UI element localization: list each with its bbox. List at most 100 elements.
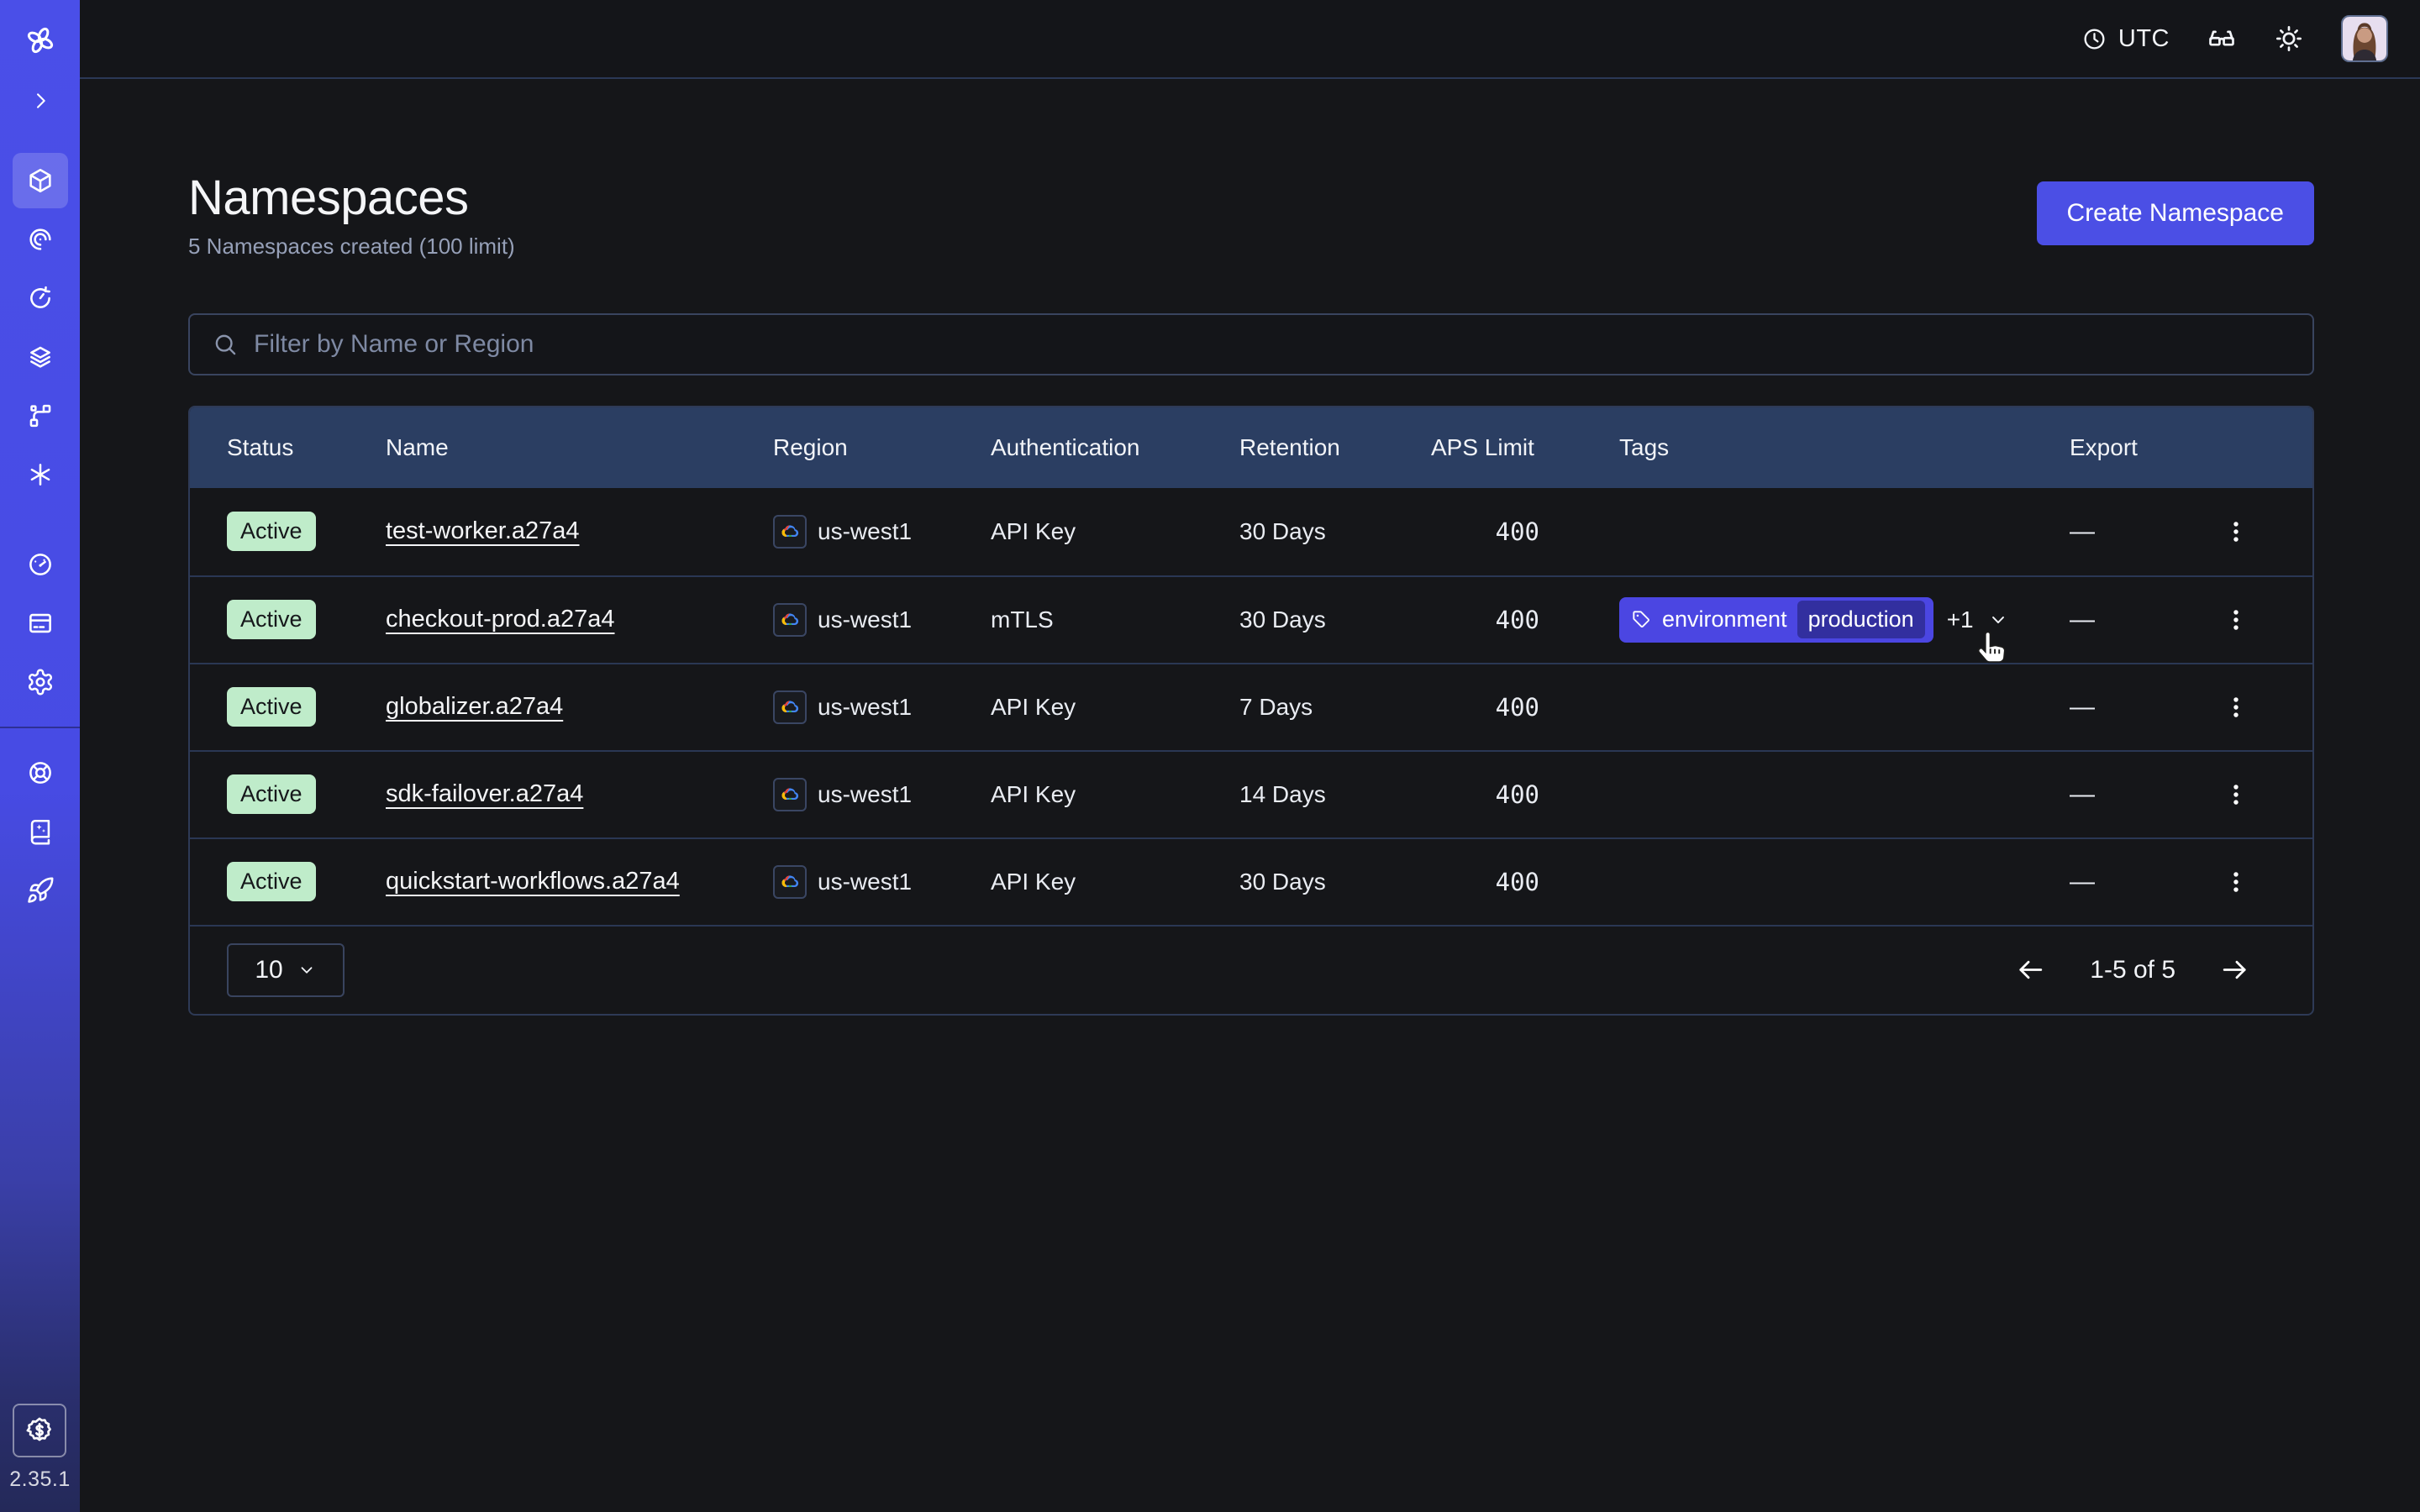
status-badge: Active (227, 774, 316, 814)
arrow-right-icon (2219, 954, 2250, 985)
export-value: — (2070, 693, 2198, 722)
sidebar-item-branch[interactable] (11, 386, 70, 445)
sidebar-item-gear[interactable] (11, 653, 70, 711)
chevron-right-icon (29, 89, 52, 113)
sidebar-item-namespaces[interactable] (11, 151, 70, 210)
sidebar-item-card[interactable] (11, 594, 70, 653)
sidebar-item-asterisk[interactable] (11, 445, 70, 504)
region-cell: us-west1 (773, 778, 991, 811)
table-body: Active test-worker.a27a4 us-west1 API Ke… (190, 488, 2312, 925)
sidebar-expand-button[interactable] (11, 79, 70, 123)
create-namespace-button[interactable]: Create Namespace (2037, 181, 2314, 245)
gcp-logo-icon (773, 690, 807, 724)
sidebar-item-spiral[interactable] (11, 210, 70, 269)
theme-toggle-button[interactable] (2274, 24, 2304, 54)
gcp-logo-icon (773, 603, 807, 637)
temporal-logo (11, 18, 70, 62)
timezone-label: UTC (2118, 25, 2170, 53)
namespace-link[interactable]: quickstart-workflows.a27a4 (386, 868, 680, 895)
tag-icon (1631, 609, 1652, 630)
row-kebab-button[interactable] (2198, 517, 2314, 546)
namespace-link[interactable]: test-worker.a27a4 (386, 517, 580, 544)
sidebar-item-rocket[interactable] (11, 861, 70, 920)
col-retention: Retention (1239, 434, 1431, 461)
region-cell: us-west1 (773, 515, 991, 549)
aps-limit-value: 400 (1431, 868, 1619, 896)
region-cell: us-west1 (773, 865, 991, 899)
auth-value: API Key (991, 694, 1239, 721)
export-value: — (2070, 517, 2198, 546)
sun-icon (2274, 24, 2304, 54)
page-head: Namespaces 5 Namespaces created (100 lim… (188, 171, 2314, 260)
row-kebab-button[interactable] (2198, 693, 2314, 722)
region-name: us-west1 (818, 694, 912, 721)
col-authentication: Authentication (991, 434, 1239, 461)
retention-value: 30 Days (1239, 869, 1431, 895)
region-cell: us-west1 (773, 603, 991, 637)
sidebar-nav-support (11, 743, 70, 920)
auth-value: API Key (991, 518, 1239, 545)
glasses-button[interactable] (2207, 24, 2237, 54)
table-footer: 10 1-5 of 5 (190, 925, 2312, 1014)
sidebar-item-book[interactable] (11, 802, 70, 861)
sidebar-bottom: 2.35.1 (9, 1404, 71, 1492)
book-icon (26, 817, 55, 846)
row-kebab-button[interactable] (2198, 606, 2314, 634)
row-kebab-button[interactable] (2198, 780, 2314, 809)
billing-badge-button[interactable] (13, 1404, 66, 1457)
tag-key: environment (1662, 606, 1787, 633)
table-row: Active test-worker.a27a4 us-west1 API Ke… (190, 488, 2312, 575)
page-title: Namespaces (188, 171, 515, 225)
region-cell: us-west1 (773, 690, 991, 724)
gcp-logo-icon (773, 778, 807, 811)
sidebar: 2.35.1 (0, 0, 80, 1512)
table-header-row: Status Name Region Authentication Retent… (190, 407, 2312, 488)
sidebar-item-lifebuoy[interactable] (11, 743, 70, 802)
lifebuoy-icon (26, 759, 55, 787)
prev-page-button[interactable] (2015, 954, 2046, 985)
sidebar-item-gauge[interactable] (11, 535, 70, 594)
col-region: Region (773, 434, 991, 461)
page-size-value: 10 (255, 956, 282, 984)
tag-badge[interactable]: environment production (1619, 597, 1933, 643)
aps-limit-value: 400 (1431, 780, 1619, 809)
kebab-icon (2222, 606, 2250, 634)
region-name: us-west1 (818, 518, 912, 545)
namespace-link[interactable]: checkout-prod.a27a4 (386, 606, 614, 633)
table-row: Active checkout-prod.a27a4 us-west1 mTLS… (190, 575, 2312, 663)
filter-input[interactable] (254, 330, 2291, 359)
namespaces-table: Status Name Region Authentication Retent… (188, 406, 2314, 1016)
namespace-link[interactable]: globalizer.a27a4 (386, 693, 563, 720)
tag-expand-chevron[interactable] (1987, 609, 2009, 631)
layers-icon (26, 343, 55, 371)
kebab-icon (2222, 780, 2250, 809)
timezone-button[interactable]: UTC (2081, 25, 2170, 53)
glasses-icon (2207, 24, 2237, 54)
sidebar-item-layers[interactable] (11, 328, 70, 386)
page-size-select[interactable]: 10 (227, 943, 345, 997)
user-avatar[interactable] (2341, 15, 2388, 62)
gauge-icon (26, 550, 55, 579)
sidebar-item-timer[interactable] (11, 269, 70, 328)
pager: 1-5 of 5 (2015, 954, 2250, 985)
clock-icon (2081, 26, 2107, 52)
region-name: us-west1 (818, 606, 912, 633)
row-kebab-button[interactable] (2198, 868, 2314, 896)
export-value: — (2070, 868, 2198, 896)
branch-icon (26, 402, 55, 430)
tags-cell: environment production +1 (1619, 597, 2070, 643)
rocket-icon (26, 876, 55, 905)
cube-icon (26, 166, 55, 195)
auth-value: API Key (991, 869, 1239, 895)
next-page-button[interactable] (2219, 954, 2250, 985)
col-name: Name (386, 434, 773, 461)
kebab-icon (2222, 693, 2250, 722)
card-icon (26, 609, 55, 638)
gear-icon (26, 668, 55, 696)
namespace-link[interactable]: sdk-failover.a27a4 (386, 780, 583, 807)
table-row: Active quickstart-workflows.a27a4 us-wes… (190, 837, 2312, 925)
region-name: us-west1 (818, 781, 912, 808)
status-badge: Active (227, 687, 316, 727)
sidebar-divider (0, 727, 80, 728)
search-icon (212, 331, 239, 358)
